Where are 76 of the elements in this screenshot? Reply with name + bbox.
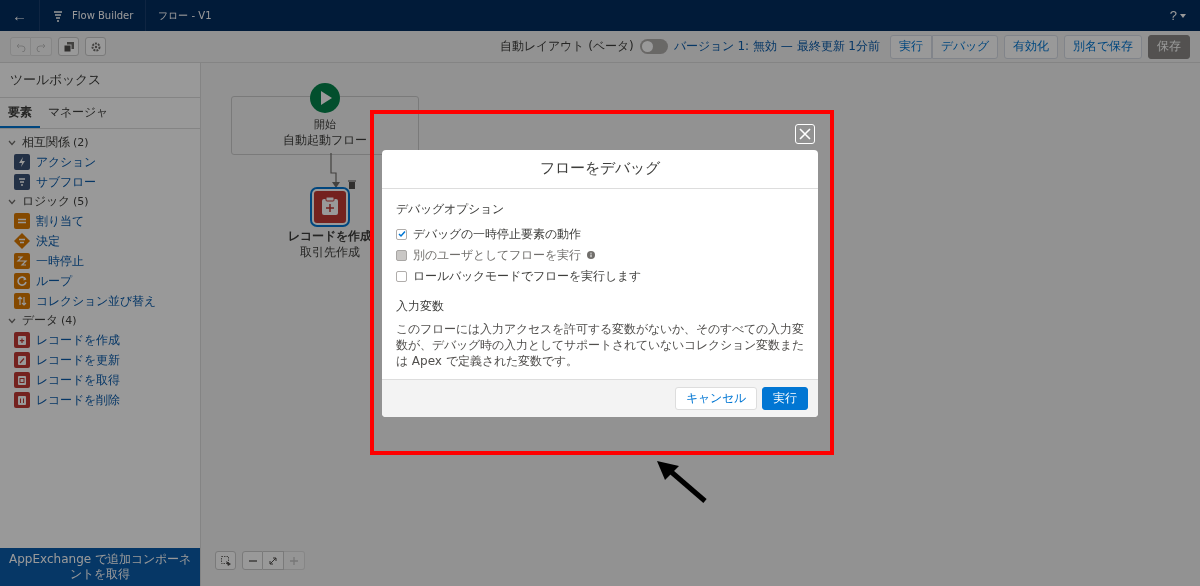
help-button[interactable]: ?	[1169, 8, 1186, 23]
run-button[interactable]: 実行	[762, 387, 808, 410]
start-node[interactable]	[231, 96, 419, 155]
section-title: 入力変数	[396, 298, 445, 315]
toolbox-item[interactable]: レコードを取得	[36, 372, 120, 388]
expand-icon	[268, 555, 278, 566]
subflow-icon	[14, 174, 30, 190]
toolbox-item[interactable]: ループ	[36, 273, 72, 289]
group-count: (2)	[73, 136, 89, 149]
update-icon	[14, 352, 30, 368]
delete-icon	[14, 392, 30, 408]
option-label: デバッグの一時停止要素の動作	[413, 225, 581, 243]
assignment-icon	[14, 213, 30, 229]
toolbar-button[interactable]: 実行	[890, 34, 932, 59]
toolbar-button[interactable]: 別名で保存	[1064, 34, 1142, 59]
trash-icon[interactable]	[348, 180, 356, 189]
auto-layout-toggle[interactable]	[639, 39, 668, 54]
caret-icon	[1180, 13, 1186, 18]
select-button[interactable]	[215, 551, 236, 570]
copy-button[interactable]	[58, 37, 79, 56]
toolbox-item[interactable]: レコードを更新	[36, 352, 120, 368]
app-name: Flow Builder	[72, 10, 134, 21]
loop-icon	[14, 273, 30, 289]
toolbox-item[interactable]: レコードを削除	[36, 392, 120, 408]
toolbox-item[interactable]: レコードを作成	[36, 332, 120, 348]
close-button[interactable]	[795, 124, 815, 144]
play-icon	[310, 83, 340, 113]
group-label: 相互関係	[22, 134, 70, 151]
auto-layout-label: 自動レイアウト (ベータ)	[500, 38, 634, 55]
checkbox[interactable]	[396, 270, 407, 282]
chevron-icon[interactable]	[8, 316, 16, 325]
toolbar-button[interactable]: 有効化	[1004, 34, 1058, 59]
decision-icon	[14, 233, 30, 249]
get-icon	[14, 372, 30, 388]
dialog-title: フローをデバッグ	[382, 150, 818, 189]
info-paragraph: このフローには入力アクセスを許可する変数がないか、そのすべての入力変数が、デバッグ時の入力としてサポートされていないコレクション変数または Apex で定義された変数です。	[396, 321, 804, 369]
chevron-icon[interactable]	[8, 138, 16, 147]
marquee-icon	[220, 555, 231, 566]
flow-name: フロー - V1	[158, 8, 212, 23]
group-count: (5)	[73, 195, 89, 208]
chevron-icon[interactable]	[8, 197, 16, 206]
clipboard-icon	[320, 196, 340, 216]
back-button[interactable]: ←	[12, 7, 27, 24]
option-label: ロールバックモードでフローを実行します	[413, 267, 641, 285]
toolbox-title: ツールボックス	[0, 63, 200, 98]
cancel-button[interactable]: キャンセル	[675, 387, 757, 410]
toolbox-item[interactable]: 一時停止	[36, 253, 84, 269]
settings-icon	[90, 41, 101, 52]
group-label: データ	[22, 312, 58, 329]
pause-icon	[14, 253, 30, 269]
appexchange-link[interactable]: AppExchange で追加コンポーネントを取得	[0, 548, 200, 586]
start-subtitle: 自動起動フロー	[283, 132, 367, 149]
fit-button[interactable]	[263, 551, 284, 570]
sort-icon	[14, 293, 30, 309]
toolbox-item[interactable]: サブフロー	[36, 174, 96, 190]
toolbox-tab[interactable]: マネージャ	[40, 98, 116, 128]
option-label: 別のユーザとしてフローを実行	[413, 246, 581, 264]
copy-icon	[63, 41, 74, 52]
start-title: 開始	[314, 117, 336, 132]
group-count: (4)	[61, 314, 77, 327]
toolbox-tab[interactable]: 要素	[0, 98, 40, 128]
version-status: バージョン 1: 無効 — 最終更新 1分前	[673, 38, 880, 55]
checkbox[interactable]	[396, 228, 407, 240]
section-title: デバッグオプション	[396, 201, 505, 218]
toolbox-item[interactable]: 決定	[36, 233, 60, 249]
node-subtitle: 取引先作成	[300, 244, 360, 261]
create-icon	[14, 332, 30, 348]
settings-button[interactable]	[85, 37, 106, 56]
toolbox-item[interactable]: アクション	[36, 154, 96, 170]
toolbox-item[interactable]: コレクション並び替え	[36, 293, 156, 309]
action-icon	[14, 154, 30, 170]
toolbox-item[interactable]: 割り当て	[36, 213, 84, 229]
toolbar-button[interactable]: デバッグ	[932, 34, 998, 59]
flow-icon	[52, 9, 64, 22]
zoom-out-button[interactable]	[242, 551, 263, 570]
group-label: ロジック	[22, 193, 70, 210]
